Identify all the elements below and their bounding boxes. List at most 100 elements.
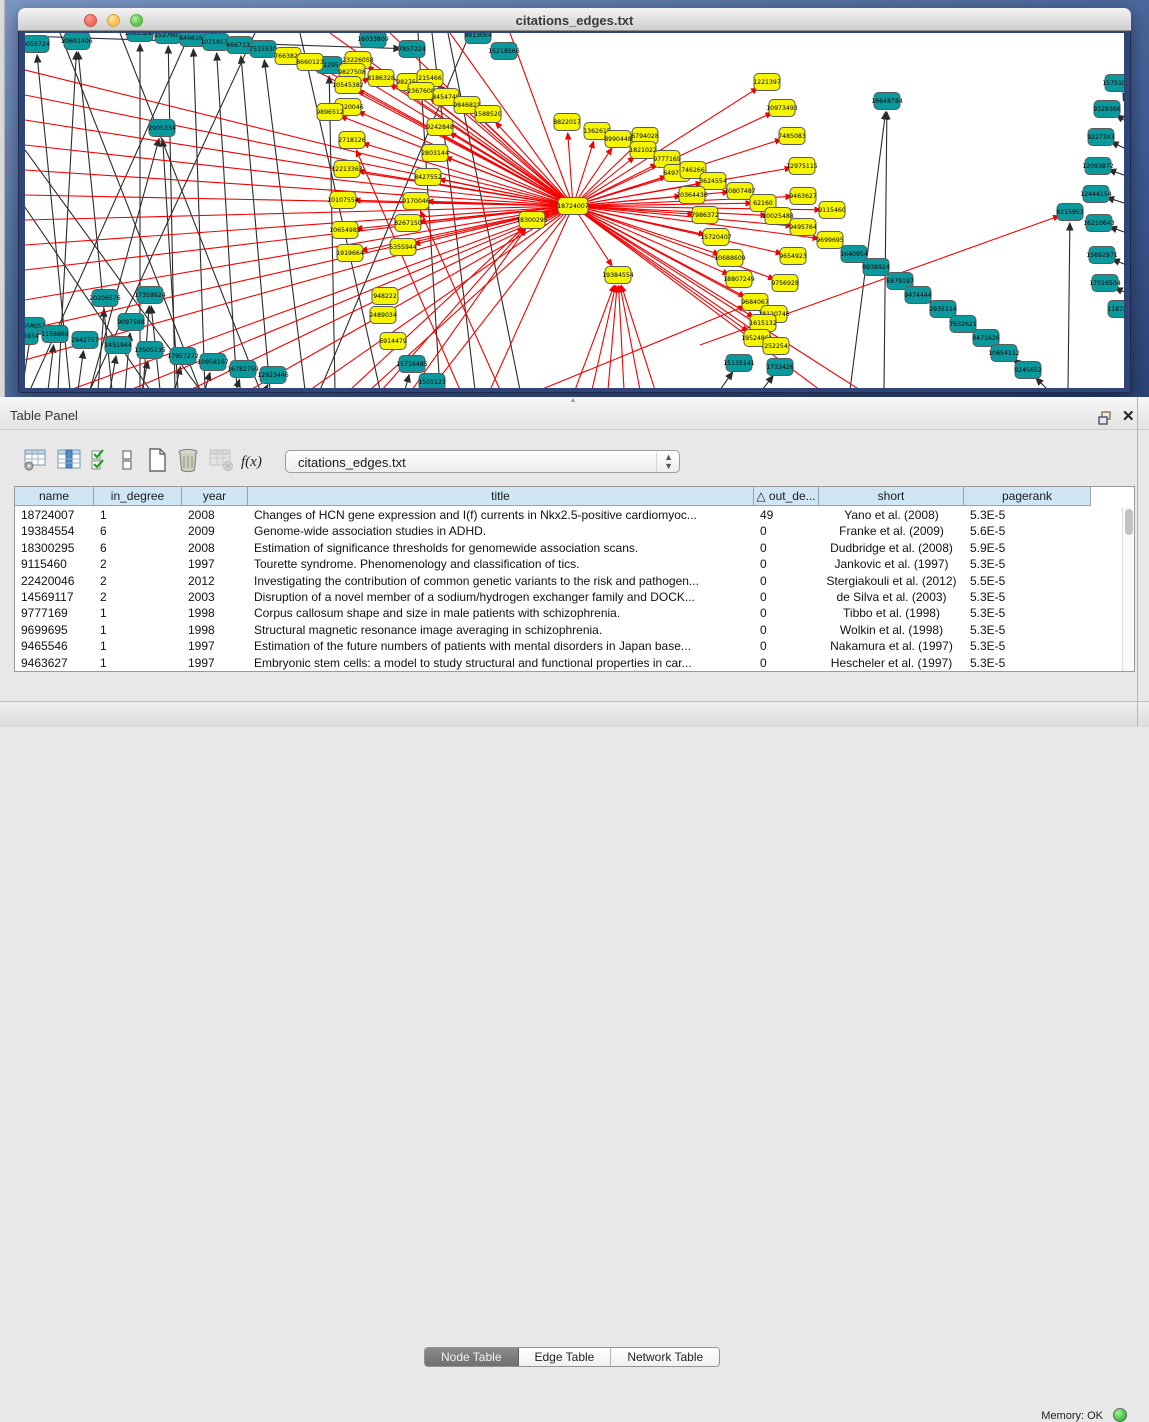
table-cell[interactable]: 18724007 xyxy=(15,507,94,523)
graph-node[interactable]: 10545382 xyxy=(332,77,364,94)
table-cell[interactable]: 0 xyxy=(754,556,819,572)
table-cell[interactable]: 19384554 xyxy=(15,523,94,539)
table-cell[interactable]: 5.9E-5 xyxy=(964,540,1091,556)
table-cell[interactable]: 14569117 xyxy=(15,589,94,605)
table-cell[interactable]: Hescheler et al. (1997) xyxy=(819,655,964,671)
graph-node[interactable]: 2718126 xyxy=(338,132,366,149)
graph-node[interactable]: 1501123 xyxy=(418,374,446,389)
table-row[interactable]: 946362711997Embryonic stem cells: a mode… xyxy=(15,655,1121,671)
graph-node[interactable]: 7986372 xyxy=(691,207,719,224)
graph-node[interactable]: 9329366 xyxy=(1093,101,1121,118)
graph-node[interactable]: 9896512 xyxy=(316,104,344,121)
scrollbar-thumb[interactable] xyxy=(1125,509,1133,535)
graph-node[interactable]: 12975115 xyxy=(786,158,818,175)
graph-node[interactable]: 9170046 xyxy=(402,193,430,210)
graph-node[interactable]: 15218566 xyxy=(488,43,520,60)
tab-node-table[interactable]: Node Table xyxy=(425,1348,519,1366)
table-cell[interactable]: 1997 xyxy=(182,638,248,654)
table-cell[interactable]: 0 xyxy=(754,622,819,638)
table-cell[interactable]: 1 xyxy=(94,638,182,654)
table-cell[interactable]: Stergiakouli et al. (2012) xyxy=(819,573,964,589)
delete-columns-icon[interactable] xyxy=(176,447,200,473)
table-cell[interactable]: 2003 xyxy=(182,589,248,605)
graph-node[interactable]: 10958167 xyxy=(197,354,229,371)
table-cell[interactable]: Jankovic et al. (1997) xyxy=(819,556,964,572)
graph-node[interactable]: 17957272 xyxy=(167,348,199,365)
graph-node[interactable]: 2905334 xyxy=(148,120,176,137)
table-row[interactable]: 946554611997Estimation of the future num… xyxy=(15,638,1121,654)
graph-node[interactable]: 7857224 xyxy=(398,41,426,58)
graph-node[interactable]: 17016504 xyxy=(1089,275,1121,292)
table-cell[interactable]: Genome-wide association studies in ADHD. xyxy=(248,523,754,539)
splitter-handle-icon[interactable]: ▲ xyxy=(566,398,580,403)
graph-node[interactable]: 15716485 xyxy=(396,356,428,373)
graph-node[interactable]: 18724007 xyxy=(557,198,589,215)
network-canvas[interactable]: 4055724206914061065328715276076466160107… xyxy=(25,33,1124,388)
table-cell[interactable]: Franke et al. (2009) xyxy=(819,523,964,539)
graph-node[interactable]: 5355944 xyxy=(389,239,417,256)
graph-node[interactable]: 8215953 xyxy=(1056,204,1084,221)
table-cell[interactable]: 9699695 xyxy=(15,622,94,638)
table-cell[interactable]: Tourette syndrome. Phenomenology and cla… xyxy=(248,556,754,572)
graph-node[interactable]: 10025488 xyxy=(762,208,794,225)
graph-node[interactable]: 16648784 xyxy=(871,93,903,110)
graph-node[interactable]: 4055724 xyxy=(25,36,50,53)
table-cell[interactable]: 1 xyxy=(94,622,182,638)
function-builder-icon[interactable]: f(x) xyxy=(241,449,262,475)
graph-node[interactable]: 2489034 xyxy=(369,307,397,324)
float-panel-icon[interactable] xyxy=(1098,411,1114,425)
graph-node[interactable]: 1527607 xyxy=(154,33,182,44)
column-header-pagerank[interactable]: pagerank xyxy=(964,487,1091,506)
graph-node[interactable]: 15692971 xyxy=(1086,247,1118,264)
graph-node[interactable]: 12213363 xyxy=(331,161,363,178)
tab-network-table[interactable]: Network Table xyxy=(611,1348,719,1366)
graph-node[interactable]: 9756928 xyxy=(771,275,799,292)
table-cell[interactable]: 2 xyxy=(94,556,182,572)
graph-node[interactable]: 8267150 xyxy=(394,215,422,232)
graph-node[interactable]: 20206576 xyxy=(89,290,121,307)
table-cell[interactable]: 1 xyxy=(94,507,182,523)
graph-node[interactable]: 1615132 xyxy=(749,315,777,332)
graph-node[interactable]: 8938924 xyxy=(862,259,890,276)
graph-node[interactable]: 3915934 xyxy=(25,328,39,345)
graph-node[interactable]: 2935114 xyxy=(929,301,957,318)
table-row[interactable]: 977716911998Corpus callosum shape and si… xyxy=(15,605,1121,621)
table-cell[interactable]: 5.3E-5 xyxy=(964,507,1091,523)
graph-node[interactable]: 8990448 xyxy=(604,131,632,148)
table-cell[interactable]: Structural magnetic resonance image aver… xyxy=(248,622,754,638)
table-cell[interactable]: 1997 xyxy=(182,655,248,671)
graph-node[interactable]: 12093872 xyxy=(1082,158,1114,175)
table-cell[interactable]: 6 xyxy=(94,540,182,556)
row-height-icon[interactable] xyxy=(121,447,133,473)
graph-node[interactable]: 16210643 xyxy=(1083,215,1115,232)
graph-node[interactable]: 9699695 xyxy=(816,232,844,249)
graph-node[interactable]: 1187534 xyxy=(1107,301,1124,318)
graph-node[interactable]: 8822017 xyxy=(553,114,581,131)
graph-node[interactable]: 948222 xyxy=(372,288,398,305)
table-mode-icon[interactable] xyxy=(22,447,48,473)
table-cell[interactable]: 1998 xyxy=(182,605,248,621)
column-header-out_de[interactable]: △ out_de... xyxy=(754,487,819,506)
graph-node[interactable]: 16782759 xyxy=(227,361,259,378)
graph-node[interactable]: 12444154 xyxy=(1080,186,1112,203)
graph-node[interactable]: 19384554 xyxy=(602,267,634,284)
graph-node[interactable]: 2803144 xyxy=(421,145,449,162)
table-row[interactable]: 911546021997Tourette syndrome. Phenomeno… xyxy=(15,556,1121,572)
column-header-title[interactable]: title xyxy=(248,487,754,506)
table-cell[interactable]: Tibbo et al. (1998) xyxy=(819,605,964,621)
table-row[interactable]: 1872400712008Changes of HCN gene express… xyxy=(15,507,1121,523)
table-cell[interactable]: 0 xyxy=(754,573,819,589)
table-cell[interactable]: 0 xyxy=(754,540,819,556)
graph-node[interactable]: 10107554 xyxy=(327,192,359,209)
table-cell[interactable]: 0 xyxy=(754,589,819,605)
table-cell[interactable]: Wolkin et al. (1998) xyxy=(819,622,964,638)
graph-node[interactable]: 1919664 xyxy=(336,245,364,262)
table-cell[interactable]: Estimation of the future numbers of pati… xyxy=(248,638,754,654)
table-cell[interactable]: 5.3E-5 xyxy=(964,622,1091,638)
table-row[interactable]: 1456911722003Disruption of a novel membe… xyxy=(15,589,1121,605)
graph-node[interactable]: 10654985 xyxy=(329,222,361,239)
graph-node[interactable]: 8660123 xyxy=(296,54,324,71)
table-cell[interactable]: de Silva et al. (2003) xyxy=(819,589,964,605)
table-cell[interactable]: Investigating the contribution of common… xyxy=(248,573,754,589)
graph-node[interactable]: 10653287 xyxy=(124,33,156,42)
